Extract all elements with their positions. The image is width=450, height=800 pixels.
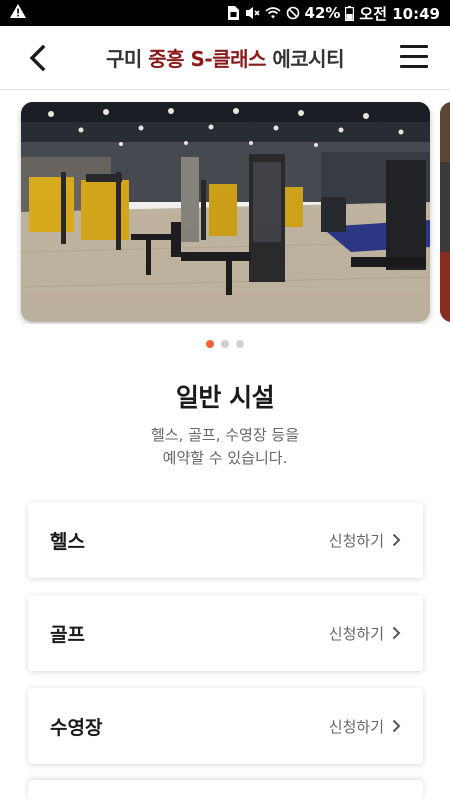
apply-label: 신청하기 xyxy=(328,717,384,736)
chevron-left-icon xyxy=(29,44,46,72)
status-bar: 42% 오전 10:49 xyxy=(0,0,450,26)
facility-card-partial[interactable] xyxy=(28,780,423,800)
facility-name: 골프 xyxy=(50,623,85,646)
section-title: 일반 시설 xyxy=(175,383,275,412)
facility-name: 수영장 xyxy=(50,716,103,739)
facility-card-gym[interactable]: 헬스 신청하기 xyxy=(28,502,423,578)
clock: 오전 10:49 xyxy=(359,4,440,23)
facility-name: 헬스 xyxy=(50,530,85,553)
carousel-dot[interactable] xyxy=(221,340,229,348)
apply-link[interactable]: 신청하기 xyxy=(329,623,401,644)
apply-link[interactable]: 신청하기 xyxy=(329,530,401,551)
title-accent: 중흥 S-클래스 xyxy=(148,47,266,71)
battery-icon xyxy=(345,5,355,21)
warning-icon xyxy=(10,4,26,22)
chevron-right-icon xyxy=(392,626,401,640)
image-carousel[interactable] xyxy=(0,102,450,324)
sim-icon xyxy=(227,6,239,20)
menu-button[interactable] xyxy=(400,45,428,71)
carousel-slide-next[interactable] xyxy=(440,102,450,322)
section-description-line: 헬스, 골프, 수영장 등을 xyxy=(150,426,300,444)
carousel-indicator xyxy=(0,340,450,348)
title-prefix: 구미 xyxy=(105,47,149,71)
section-description: 헬스, 골프, 수영장 등을 예약할 수 있습니다. xyxy=(0,424,450,470)
hamburger-icon xyxy=(400,45,428,48)
back-button[interactable] xyxy=(22,42,52,74)
chevron-right-icon xyxy=(392,719,401,733)
facility-card-golf[interactable]: 골프 신청하기 xyxy=(28,595,423,671)
page-title: 구미 중흥 S-클래스 에코시티 xyxy=(105,43,345,72)
mute-icon xyxy=(244,6,260,20)
do-not-disturb-icon xyxy=(286,6,300,20)
apply-label: 신청하기 xyxy=(328,531,384,550)
wifi-icon xyxy=(264,6,281,20)
carousel-slide-gym-photo[interactable] xyxy=(21,102,430,322)
carousel-dot[interactable] xyxy=(206,340,214,348)
battery-percent: 42% xyxy=(304,4,341,22)
apply-link[interactable]: 신청하기 xyxy=(329,716,401,737)
app-header: 구미 중흥 S-클래스 에코시티 xyxy=(0,26,450,90)
carousel-dot[interactable] xyxy=(236,340,244,348)
title-suffix: 에코시티 xyxy=(265,47,344,71)
chevron-right-icon xyxy=(392,533,401,547)
facility-card-pool[interactable]: 수영장 신청하기 xyxy=(28,688,423,764)
section-description-line: 예약할 수 있습니다. xyxy=(162,449,288,467)
apply-label: 신청하기 xyxy=(328,624,384,643)
